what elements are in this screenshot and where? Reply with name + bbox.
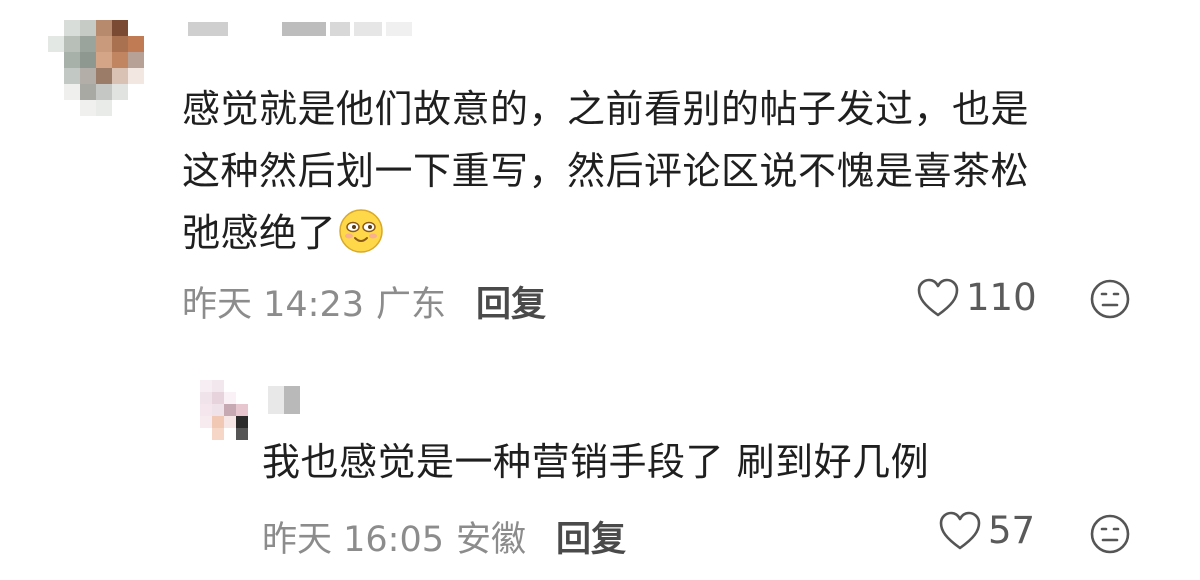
like-count: 57 — [988, 509, 1036, 552]
avatar[interactable] — [48, 20, 160, 116]
dislike-face-icon[interactable] — [1090, 514, 1130, 554]
grinning-face-icon — [339, 209, 383, 253]
like-count: 110 — [966, 276, 1037, 319]
username[interactable] — [268, 386, 300, 414]
comment-line: 我也感觉是一种营销手段了 刷到好几例 — [262, 440, 930, 484]
comment-meta: 昨天 14:23 广东 回复 — [182, 276, 546, 327]
comment-meta: 昨天 16:05 安徽 回复 — [262, 511, 626, 562]
comment-thread: 感觉就是他们故意的，之前看别的帖子发过，也是 这种然后划一下重写，然后评论区说不… — [0, 0, 1200, 580]
like-button[interactable]: 110 — [916, 276, 1037, 319]
comment-line: 弛感绝了 — [182, 202, 1172, 264]
reply-button[interactable]: 回复 — [476, 276, 546, 327]
location: 广东 — [376, 285, 447, 325]
comment-body: 我也感觉是一种营销手段了 刷到好几例 — [262, 431, 1162, 493]
comment-body: 感觉就是他们故意的，之前看别的帖子发过，也是 这种然后划一下重写，然后评论区说不… — [182, 78, 1172, 264]
avatar[interactable] — [188, 380, 248, 440]
comment-line: 这种然后划一下重写，然后评论区说不愧是喜茶松 — [182, 149, 1030, 193]
heart-icon[interactable] — [938, 511, 982, 551]
comment-line-text: 弛感绝了 — [182, 211, 337, 255]
reply-button[interactable]: 回复 — [556, 511, 626, 562]
location: 安徽 — [456, 520, 527, 560]
heart-icon[interactable] — [916, 278, 960, 318]
timestamp: 昨天 14:23 — [182, 285, 364, 325]
dislike-face-icon[interactable] — [1090, 279, 1130, 319]
timestamp: 昨天 16:05 — [262, 520, 444, 560]
like-button[interactable]: 57 — [938, 509, 1035, 552]
comment-line: 感觉就是他们故意的，之前看别的帖子发过，也是 — [182, 87, 1030, 131]
username[interactable] — [188, 22, 412, 36]
